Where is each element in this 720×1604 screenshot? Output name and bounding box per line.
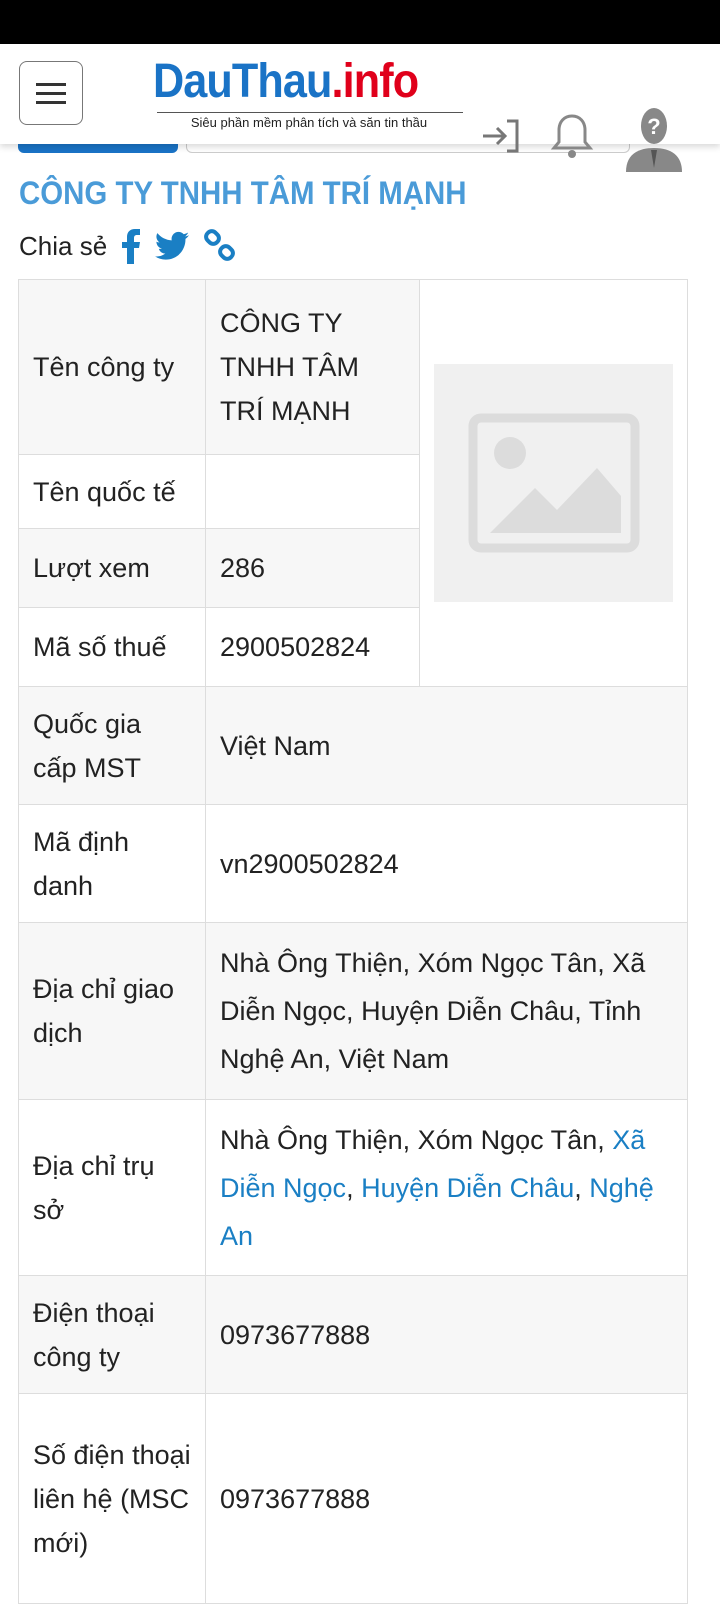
table-row: Số điện thoại liên hệ (MSC mới) 09736778…	[18, 1393, 688, 1604]
image-placeholder	[434, 364, 673, 602]
avatar-icon[interactable]: ?	[624, 106, 684, 172]
image-placeholder-icon	[468, 413, 639, 553]
table-row: Quốc gia cấp MST Việt Nam	[18, 686, 688, 805]
row-label: Địa chỉ trụ sở	[18, 1099, 206, 1276]
row-value: Nhà Ông Thiện, Xóm Ngọc Tân, Xã Diễn Ngọ…	[205, 922, 688, 1100]
row-value: 0973677888	[205, 1275, 688, 1394]
bell-icon[interactable]	[550, 112, 594, 160]
row-value	[205, 454, 420, 529]
menu-button[interactable]	[19, 61, 83, 125]
row-value: 2900502824	[205, 607, 420, 687]
svg-text:?: ?	[647, 114, 660, 139]
company-info-table: Tên công ty CÔNG TY TNHH TÂM TRÍ MẠNH Tê…	[18, 279, 688, 1604]
row-label: Tên quốc tế	[18, 454, 206, 529]
separator: ,	[346, 1172, 362, 1203]
row-value: 0973677888	[205, 1393, 688, 1604]
row-value: Việt Nam	[205, 686, 688, 805]
hamburger-icon	[36, 91, 66, 95]
share-row: Chia sẻ	[19, 228, 237, 264]
address-text: Nhà Ông Thiện, Xóm Ngọc Tân,	[220, 1124, 605, 1155]
row-value: vn2900502824	[205, 804, 688, 923]
logo-tagline: Siêu phần mềm phân tích và săn tin thầu	[190, 115, 428, 130]
link-district[interactable]: Huyện Diễn Châu	[361, 1173, 574, 1203]
row-value: Nhà Ông Thiện, Xóm Ngọc Tân, Xã Diễn Ngọ…	[205, 1099, 688, 1276]
table-row: Điện thoại công ty 0973677888	[18, 1275, 688, 1394]
row-value: CÔNG TY TNHH TÂM TRÍ MẠNH	[205, 279, 420, 455]
login-icon[interactable]	[481, 118, 521, 154]
page-title: CÔNG TY TNHH TÂM TRÍ MẠNH	[19, 175, 467, 211]
table-row: Địa chỉ trụ sở Nhà Ông Thiện, Xóm Ngọc T…	[18, 1099, 688, 1276]
facebook-icon[interactable]	[121, 228, 141, 264]
logo[interactable]: DauThau.info Siêu phần mềm phân tích và …	[153, 52, 465, 130]
logo-dot: .	[331, 55, 344, 108]
row-label: Lượt xem	[18, 528, 206, 608]
row-label: Địa chỉ giao dịch	[18, 922, 206, 1100]
row-value: 286	[205, 528, 420, 608]
logo-main: DauThau	[153, 55, 332, 108]
row-label: Tên công ty	[18, 279, 206, 455]
table-row: Mã định danh vn2900502824	[18, 804, 688, 923]
row-label: Mã số thuế	[18, 607, 206, 687]
header: DauThau.info Siêu phần mềm phân tích và …	[0, 44, 720, 172]
logo-suffix: info	[342, 55, 419, 108]
copy-link-icon[interactable]	[203, 229, 237, 263]
table-row: Địa chỉ giao dịch Nhà Ông Thiện, Xóm Ngọ…	[18, 922, 688, 1100]
share-label: Chia sẻ	[19, 230, 108, 261]
table-row: Tên công ty CÔNG TY TNHH TÂM TRÍ MẠNH	[18, 279, 688, 687]
row-label: Quốc gia cấp MST	[18, 686, 206, 805]
separator: ,	[574, 1172, 590, 1203]
row-label: Mã định danh	[18, 804, 206, 923]
company-logo-cell	[419, 279, 688, 687]
row-label: Số điện thoại liên hệ (MSC mới)	[18, 1393, 206, 1604]
twitter-icon[interactable]	[155, 231, 190, 261]
row-label: Điện thoại công ty	[18, 1275, 206, 1394]
status-bar	[0, 0, 720, 44]
